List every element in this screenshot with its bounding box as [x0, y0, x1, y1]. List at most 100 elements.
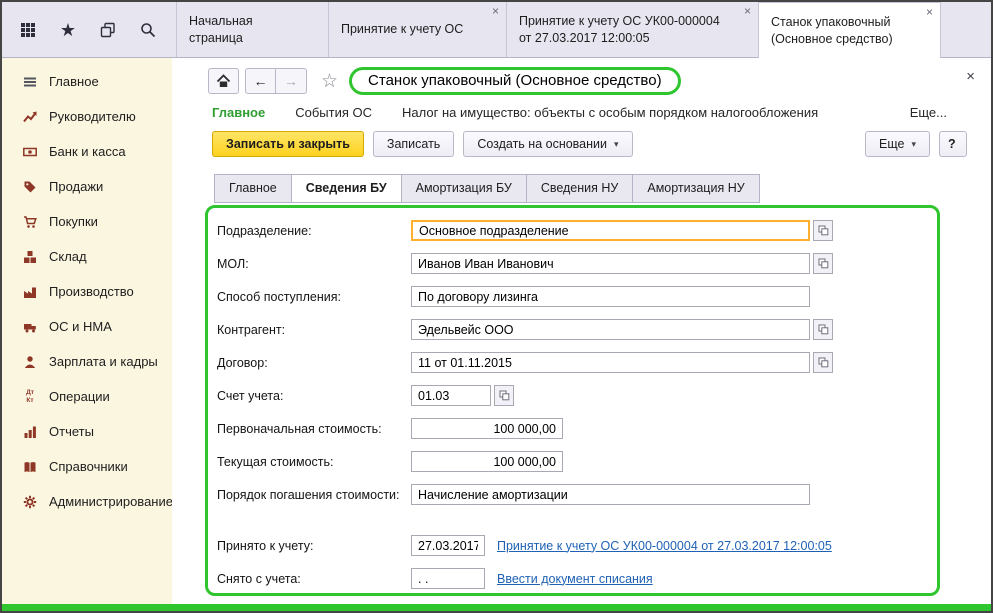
- home-icon: [216, 74, 231, 88]
- close-icon[interactable]: ×: [744, 4, 751, 18]
- form-tab-tax-depreciation[interactable]: Амортизация НУ: [632, 174, 759, 203]
- account-picker-button[interactable]: [494, 385, 514, 406]
- nav-item-property-tax[interactable]: Налог на имущество: объекты с особым пор…: [402, 105, 818, 120]
- sidebar-item-administration[interactable]: Администрирование: [2, 484, 172, 519]
- search-icon: [140, 22, 156, 38]
- window-tab-asset-card[interactable]: Станок упаковочный (Основное средство) ×: [758, 2, 941, 58]
- sidebar-item-label: Зарплата и кадры: [49, 354, 158, 369]
- acceptance-document-link[interactable]: Принятие к учету ОС УК00-000004 от 27.03…: [497, 539, 832, 553]
- field-label: Текущая стоимость:: [217, 455, 411, 469]
- field-row-counterparty: Контрагент:: [217, 313, 927, 346]
- counterparty-input[interactable]: [411, 319, 810, 340]
- close-icon[interactable]: ×: [926, 5, 933, 19]
- sidebar-item-label: Операции: [49, 389, 110, 404]
- current-cost-input[interactable]: [411, 451, 563, 472]
- close-icon[interactable]: ×: [492, 4, 499, 18]
- retired-date-input[interactable]: [411, 568, 485, 589]
- counterparty-picker-button[interactable]: [813, 319, 833, 340]
- home-button[interactable]: [208, 68, 239, 94]
- form-tab-accounting-info[interactable]: Сведения БУ: [291, 174, 401, 203]
- more-button[interactable]: Еще ▾: [865, 131, 930, 157]
- boxes-icon: [22, 249, 38, 265]
- truck-icon: [22, 319, 38, 335]
- field-label: Контрагент:: [217, 323, 411, 337]
- account-input[interactable]: [411, 385, 491, 406]
- choose-icon: [818, 258, 829, 269]
- sidebar-item-production[interactable]: Производство: [2, 274, 172, 309]
- sidebar-item-directories[interactable]: Справочники: [2, 449, 172, 484]
- sidebar-item-fixed-assets[interactable]: ОС и НМА: [2, 309, 172, 344]
- search-button[interactable]: [136, 18, 160, 42]
- field-row-responsible-person: МОЛ:: [217, 247, 927, 280]
- field-row-retired-date: Снято с учета: Ввести документ списания: [217, 562, 927, 595]
- create-based-on-button[interactable]: Создать на основании ▾: [463, 131, 632, 157]
- favorite-star-icon[interactable]: ☆: [321, 70, 338, 93]
- window-tab-home[interactable]: Начальная страница: [176, 2, 328, 57]
- book-icon: [22, 459, 38, 475]
- sidebar-item-payroll-hr[interactable]: Зарплата и кадры: [2, 344, 172, 379]
- save-and-close-button[interactable]: Записать и закрыть: [212, 131, 364, 157]
- save-button[interactable]: Записать: [373, 131, 454, 157]
- nav-item-more[interactable]: Еще...: [910, 105, 947, 120]
- pages-icon: [100, 22, 116, 38]
- field-row-current-cost: Текущая стоимость:: [217, 445, 927, 478]
- forward-button[interactable]: →: [276, 68, 307, 94]
- responsible-person-picker-button[interactable]: [813, 253, 833, 274]
- field-label: Снято с учета:: [217, 572, 411, 586]
- forward-arrow-icon: →: [284, 73, 298, 89]
- nav-item-asset-events[interactable]: События ОС: [295, 105, 372, 120]
- banknote-icon: [22, 144, 38, 160]
- field-label: Первоначальная стоимость:: [217, 422, 411, 436]
- caret-down-icon: ▾: [614, 140, 619, 149]
- history-nav-group: ← →: [245, 68, 307, 94]
- top-toolbar: ★ Начальная страница Принятие к учету: [2, 2, 991, 58]
- form-tab-tax-info[interactable]: Сведения НУ: [526, 174, 633, 203]
- sidebar-item-label: Справочники: [49, 459, 128, 474]
- contract-picker-button[interactable]: [813, 352, 833, 373]
- field-label: Счет учета:: [217, 389, 411, 403]
- gear-icon: [22, 494, 38, 510]
- depreciation-method-input[interactable]: [411, 484, 810, 505]
- main-menu-button[interactable]: [16, 18, 40, 42]
- form-fields-panel: Подразделение: МОЛ:: [205, 205, 940, 596]
- sidebar-item-label: ОС и НМА: [49, 319, 112, 334]
- window-tab-acceptance-list[interactable]: Принятие к учету ОС ×: [328, 2, 506, 57]
- form-tab-main[interactable]: Главное: [214, 174, 291, 203]
- field-row-receipt-method: Способ поступления:: [217, 280, 927, 313]
- sidebar-item-reports[interactable]: Отчеты: [2, 414, 172, 449]
- window-tab-acceptance-document[interactable]: Принятие к учету ОС УК00-000004 от 27.03…: [506, 2, 758, 57]
- nav-item-main[interactable]: Главное: [212, 105, 265, 120]
- field-row-account: Счет учета:: [217, 379, 927, 412]
- document-header: ← → ☆ Станок упаковочный (Основное средс…: [172, 58, 991, 98]
- close-icon[interactable]: ×: [966, 68, 975, 85]
- form-tab-accounting-depreciation[interactable]: Амортизация БУ: [401, 174, 526, 203]
- field-label: МОЛ:: [217, 257, 411, 271]
- history-button[interactable]: [96, 18, 120, 42]
- contract-input[interactable]: [411, 352, 810, 373]
- sidebar-item-bank-cash[interactable]: Банк и касса: [2, 134, 172, 169]
- sidebar-item-label: Банк и касса: [49, 144, 126, 159]
- sidebar-item-operations[interactable]: ДтКт Операции: [2, 379, 172, 414]
- choose-icon: [499, 390, 510, 401]
- initial-cost-input[interactable]: [411, 418, 563, 439]
- write-off-document-link[interactable]: Ввести документ списания: [497, 572, 653, 586]
- choose-icon: [818, 225, 829, 236]
- person-icon: [22, 354, 38, 370]
- sidebar-item-main[interactable]: Главное: [2, 64, 172, 99]
- favorites-button[interactable]: ★: [56, 18, 80, 42]
- caret-down-icon: ▾: [911, 140, 916, 149]
- receipt-method-input[interactable]: [411, 286, 810, 307]
- sidebar-item-sales[interactable]: Продажи: [2, 169, 172, 204]
- field-label: Порядок погашения стоимости:: [217, 488, 411, 502]
- debit-credit-icon: ДтКт: [22, 389, 38, 405]
- back-button[interactable]: ←: [245, 68, 276, 94]
- responsible-person-input[interactable]: [411, 253, 810, 274]
- department-picker-button[interactable]: [813, 220, 833, 241]
- sidebar-item-warehouse[interactable]: Склад: [2, 239, 172, 274]
- document-area: × ← → ☆: [172, 58, 991, 604]
- department-input[interactable]: [411, 220, 810, 241]
- sidebar-item-manager[interactable]: Руководителю: [2, 99, 172, 134]
- help-button[interactable]: ?: [939, 131, 967, 157]
- sidebar-item-purchases[interactable]: Покупки: [2, 204, 172, 239]
- accepted-date-input[interactable]: [411, 535, 485, 556]
